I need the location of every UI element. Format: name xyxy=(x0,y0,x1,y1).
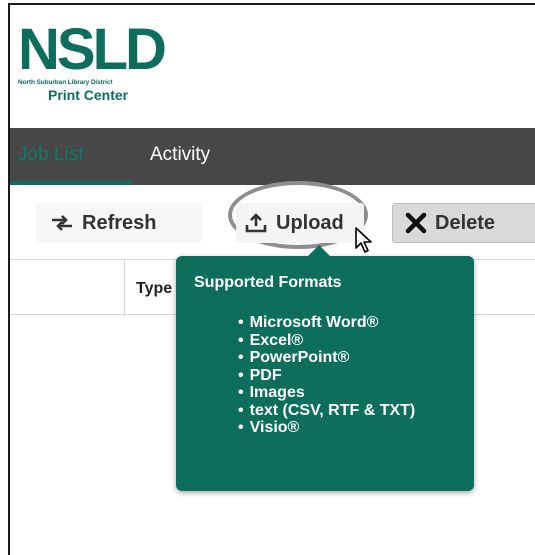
logo-wordmark: NSLD xyxy=(18,17,167,82)
supported-formats-tooltip: Supported Formats Microsoft Word® Excel®… xyxy=(176,245,474,491)
refresh-icon xyxy=(50,214,74,232)
tooltip-title: Supported Formats xyxy=(194,274,342,291)
logo-print-center: Print Center xyxy=(48,87,129,103)
toolbar: Refresh Upload Delete xyxy=(10,185,535,259)
column-header-type[interactable]: Type xyxy=(136,280,172,298)
tooltip-arrow xyxy=(308,245,330,256)
tab-activity[interactable]: Activity xyxy=(150,144,210,166)
column-divider xyxy=(124,260,125,316)
tab-job-list[interactable]: Job List xyxy=(18,144,83,166)
delete-button[interactable]: Delete xyxy=(392,203,535,243)
upload-label: Upload xyxy=(276,211,344,234)
format-item: Excel® xyxy=(238,332,415,350)
mouse-pointer-icon xyxy=(354,226,376,261)
format-item: text (CSV, RTF & TXT) xyxy=(238,402,416,420)
delete-label: Delete xyxy=(435,211,496,234)
upload-icon xyxy=(244,212,268,234)
format-item: PowerPoint® xyxy=(238,349,415,367)
format-item: PDF xyxy=(238,367,415,385)
format-list: Microsoft Word® Excel® PowerPoint® PDF I… xyxy=(238,314,416,437)
format-item: Microsoft Word® xyxy=(238,314,415,332)
app-window: NSLD North Suburban Library District Pri… xyxy=(8,3,535,555)
upload-button[interactable]: Upload xyxy=(236,203,364,243)
refresh-label: Refresh xyxy=(82,211,157,234)
format-item: Visio® xyxy=(238,419,415,437)
nav-bar: Job List Activity xyxy=(10,128,535,185)
nsld-logo: NSLD North Suburban Library District Pri… xyxy=(18,17,167,104)
refresh-button[interactable]: Refresh xyxy=(36,203,202,243)
format-item: Images xyxy=(238,384,415,402)
delete-x-icon xyxy=(405,212,427,234)
